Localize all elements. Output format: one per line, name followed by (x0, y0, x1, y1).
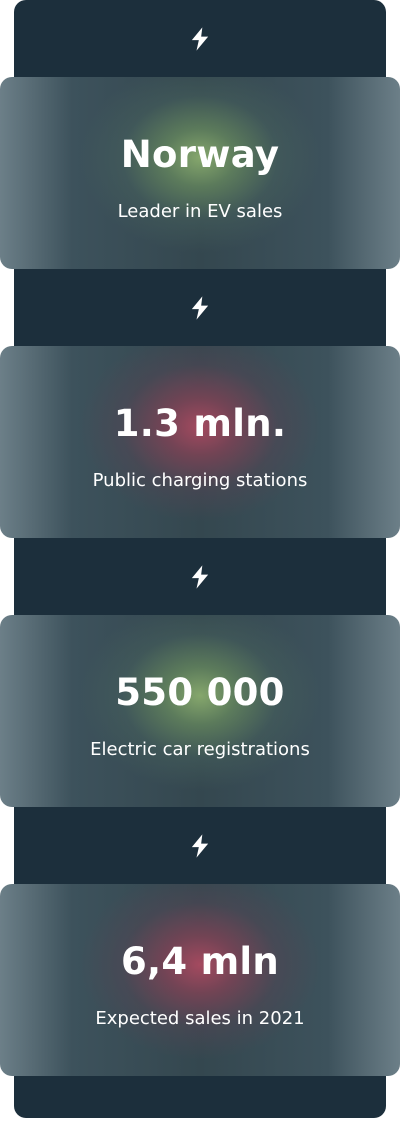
stat-card-registrations: 550 000 Electric car registrations (0, 615, 400, 807)
stat-label: Electric car registrations (90, 739, 310, 760)
stat-value: 1.3 mln. (113, 402, 287, 445)
stat-value: 550 000 (115, 671, 285, 714)
stat-label: Leader in EV sales (117, 201, 283, 222)
stat-value: Norway (120, 133, 280, 176)
stat-card-norway: Norway Leader in EV sales (0, 77, 400, 269)
lightning-bolt-icon (186, 294, 214, 322)
lightning-bolt-icon (186, 563, 214, 591)
stat-label: Public charging stations (92, 470, 308, 491)
stat-value: 6,4 mln (120, 940, 280, 983)
stat-card-expected-sales: 6,4 mln Expected sales in 2021 (0, 884, 400, 1076)
stat-card-charging-stations: 1.3 mln. Public charging stations (0, 346, 400, 538)
lightning-bolt-icon (186, 25, 214, 53)
lightning-bolt-icon (186, 832, 214, 860)
stat-label: Expected sales in 2021 (95, 1008, 305, 1029)
